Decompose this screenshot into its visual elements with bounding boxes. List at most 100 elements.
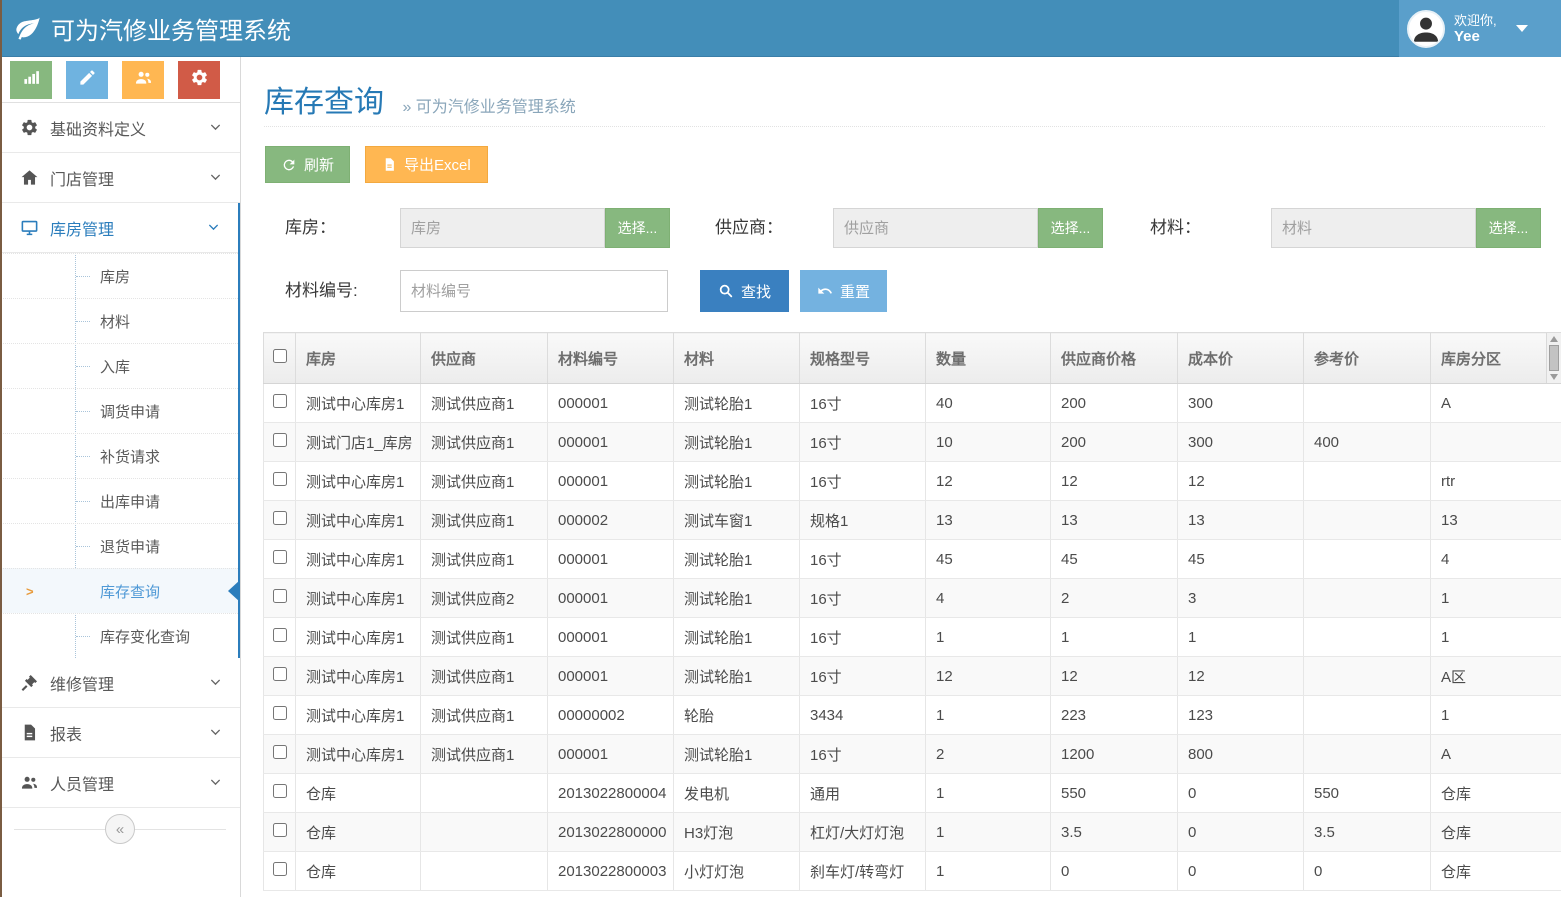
table-row: 测试门店1_库房测试供应商1000001测试轮胎116寸10200300400 — [264, 423, 1561, 462]
welcome-text: 欢迎你, — [1454, 13, 1497, 28]
sidebar-subitem-5[interactable]: 出库申请 — [0, 478, 238, 523]
active-item-pointer-icon — [228, 580, 240, 602]
cell: 000001 — [548, 384, 674, 423]
cell: A — [1431, 735, 1561, 774]
brand: 可为汽修业务管理系统 — [0, 11, 291, 46]
warehouse-select-button[interactable]: 选择... — [605, 208, 670, 248]
sidebar-item-warehouse-mgmt[interactable]: 库房管理 — [0, 203, 238, 253]
sidebar-item-stores[interactable]: 门店管理 — [0, 153, 240, 203]
cell: 仓库 — [296, 852, 421, 891]
sidebar-subitem-0[interactable]: 库房 — [0, 253, 238, 298]
shortcut-stats-button[interactable] — [10, 61, 52, 99]
table-row: 测试中心库房1测试供应商100000002轮胎343412231231 — [264, 696, 1561, 735]
sidebar-subitem-1[interactable]: 材料 — [0, 298, 238, 343]
row-checkbox[interactable] — [273, 394, 287, 408]
select-all-checkbox[interactable] — [273, 349, 287, 363]
row-checkbox[interactable] — [273, 550, 287, 564]
table-row: 仓库2013022800000H3灯泡杠灯/大灯灯泡13.503.5仓库 — [264, 813, 1561, 852]
sidebar-subitem-8[interactable]: 库存变化查询 — [0, 613, 238, 658]
inventory-table-body: 测试中心库房1测试供应商1000001测试轮胎116寸40200300A测试门店… — [264, 384, 1561, 891]
cell: 测试供应商1 — [421, 462, 548, 501]
material-select-button[interactable]: 选择... — [1476, 208, 1541, 248]
sidebar-item-personnel[interactable]: 人员管理 — [0, 758, 240, 808]
column-header: 参考价 — [1304, 333, 1431, 384]
cell: 3434 — [800, 696, 926, 735]
table-row: 仓库2013022800003小灯灯泡刹车灯/转弯灯1000仓库 — [264, 852, 1561, 891]
row-checkbox[interactable] — [273, 433, 287, 447]
column-header: 库房 — [296, 333, 421, 384]
cell: 0 — [1178, 774, 1304, 813]
checkbox-cell — [264, 501, 296, 540]
sidebar-collapse-button[interactable]: « — [105, 814, 135, 844]
cell: 12 — [1051, 462, 1178, 501]
navbar: 可为汽修业务管理系统 欢迎你, Yee — [0, 0, 1561, 57]
row-checkbox[interactable] — [273, 511, 287, 525]
supplier-select-button[interactable]: 选择... — [1038, 208, 1103, 248]
sidebar-collapse-row: « — [0, 808, 240, 850]
cell: 0 — [1178, 813, 1304, 852]
material-no-label: 材料编号: — [285, 271, 358, 311]
hammer-icon — [20, 673, 50, 692]
users-icon — [134, 68, 153, 92]
cell: 16寸 — [800, 579, 926, 618]
row-checkbox[interactable] — [273, 472, 287, 486]
main-content: 库存查询 » 可为汽修业务管理系统 刷新 导出Excel 库房： 选择... 供… — [241, 57, 1561, 897]
table-row: 测试中心库房1测试供应商1000001测试轮胎116寸121212A区 — [264, 657, 1561, 696]
sidebar-subitem-7[interactable]: >库存查询 — [0, 568, 238, 613]
scroll-down-icon[interactable] — [1550, 374, 1558, 380]
cell: 400 — [1304, 423, 1431, 462]
refresh-button[interactable]: 刷新 — [265, 146, 350, 183]
checkbox-cell — [264, 423, 296, 462]
sidebar-subitem-6[interactable]: 退货申请 — [0, 523, 238, 568]
sidebar-item-repair-mgmt[interactable]: 维修管理 — [0, 658, 240, 708]
sidebar-item-base-data[interactable]: 基础资料定义 — [0, 103, 240, 153]
export-excel-button[interactable]: 导出Excel — [365, 146, 488, 183]
sidebar-subitem-2[interactable]: 入库 — [0, 343, 238, 388]
cell: 0 — [1304, 852, 1431, 891]
search-button[interactable]: 查找 — [700, 270, 789, 312]
cell: 1 — [926, 813, 1051, 852]
signal-icon — [22, 68, 41, 92]
cell: 3 — [1178, 579, 1304, 618]
cell: 000001 — [548, 540, 674, 579]
submenu: 库房材料入库调货申请补货请求出库申请退货申请>库存查询库存变化查询 — [0, 253, 238, 658]
material-no-input[interactable] — [400, 270, 668, 312]
cell: 16寸 — [800, 618, 926, 657]
row-checkbox[interactable] — [273, 862, 287, 876]
material-input[interactable] — [1271, 208, 1476, 248]
home-icon — [20, 168, 50, 187]
cell: 12 — [1051, 657, 1178, 696]
scroll-up-icon[interactable] — [1550, 336, 1558, 342]
sidebar-subitem-3[interactable]: 调货申请 — [0, 388, 238, 433]
shortcut-settings-button[interactable] — [178, 61, 220, 99]
checkbox-cell — [264, 657, 296, 696]
row-checkbox[interactable] — [273, 667, 287, 681]
table-scrollbar[interactable] — [1546, 333, 1561, 383]
sidebar-item-reports[interactable]: 报表 — [0, 708, 240, 758]
row-checkbox[interactable] — [273, 745, 287, 759]
column-header: 供应商 — [421, 333, 548, 384]
checkbox-cell — [264, 696, 296, 735]
cell: 仓库 — [1431, 852, 1561, 891]
scroll-thumb[interactable] — [1549, 345, 1559, 371]
column-header: 规格型号 — [800, 333, 926, 384]
warehouse-input[interactable] — [400, 208, 605, 248]
shortcut-edit-button[interactable] — [66, 61, 108, 99]
undo-icon — [817, 283, 833, 299]
reset-button[interactable]: 重置 — [800, 270, 887, 312]
row-checkbox[interactable] — [273, 628, 287, 642]
users-icon — [20, 773, 50, 792]
cell: 4 — [926, 579, 1051, 618]
row-checkbox[interactable] — [273, 823, 287, 837]
row-checkbox[interactable] — [273, 589, 287, 603]
row-checkbox[interactable] — [273, 706, 287, 720]
sidebar-subitem-4[interactable]: 补货请求 — [0, 433, 238, 478]
user-menu[interactable]: 欢迎你, Yee — [1399, 0, 1561, 57]
tree-stub — [76, 546, 90, 547]
cell: 规格1 — [800, 501, 926, 540]
cell: 1 — [926, 852, 1051, 891]
shortcut-users-button[interactable] — [122, 61, 164, 99]
cell: 杠灯/大灯灯泡 — [800, 813, 926, 852]
supplier-input[interactable] — [833, 208, 1038, 248]
row-checkbox[interactable] — [273, 784, 287, 798]
